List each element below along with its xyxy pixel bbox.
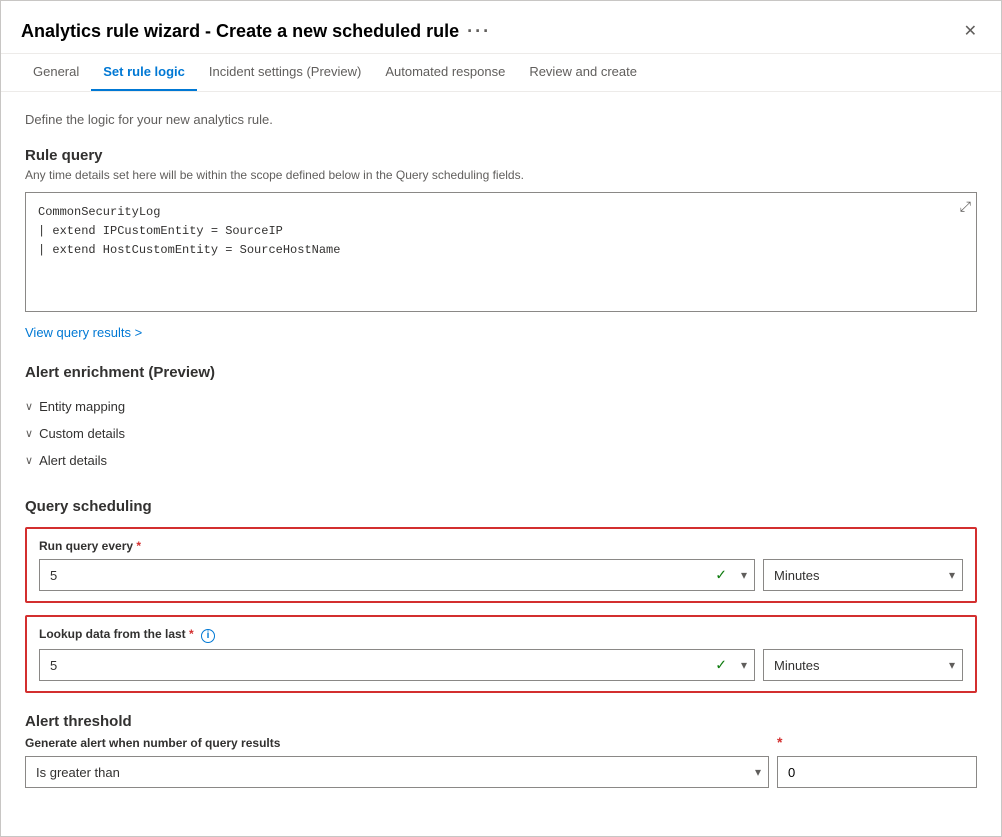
chevron-icon-entity: ∨ xyxy=(25,400,33,413)
alert-threshold-section: Alert threshold Generate alert when numb… xyxy=(25,713,977,788)
threshold-condition-select-wrapper: Is greater than Is less than Is equal to… xyxy=(25,756,769,788)
chevron-icon-alert: ∨ xyxy=(25,454,33,467)
run-query-group: Run query every * 5 10 15 30 ✓ ▾ xyxy=(25,527,977,603)
alert-details-label: Alert details xyxy=(39,453,107,468)
tab-automated-response[interactable]: Automated response xyxy=(373,54,517,91)
rule-query-desc: Any time details set here will be within… xyxy=(25,168,977,182)
lookup-data-required: * xyxy=(189,627,194,641)
dialog: Analytics rule wizard - Create a new sch… xyxy=(0,0,1002,837)
entity-mapping-label: Entity mapping xyxy=(39,399,125,414)
threshold-condition-dropdown-icon: ▾ xyxy=(755,765,761,779)
run-query-unit-group: Minutes Hours Days ▾ xyxy=(763,559,963,591)
run-query-row: 5 10 15 30 ✓ ▾ Minutes Hours Days xyxy=(39,559,963,591)
tab-incident-settings[interactable]: Incident settings (Preview) xyxy=(197,54,373,91)
lookup-data-value-select[interactable]: 5 10 15 30 xyxy=(39,649,755,681)
lookup-data-unit-group: Minutes Hours Days ▾ xyxy=(763,649,963,681)
more-icon[interactable]: ··· xyxy=(467,21,491,42)
rule-query-title: Rule query xyxy=(25,147,977,164)
query-box-wrapper: CommonSecurityLog | extend IPCustomEntit… xyxy=(25,192,977,315)
lookup-data-label: Lookup data from the last * i xyxy=(39,627,963,643)
run-query-label: Run query every * xyxy=(39,539,963,553)
chevron-icon-custom: ∨ xyxy=(25,427,33,440)
run-query-required: * xyxy=(136,539,141,553)
page-subtitle: Define the logic for your new analytics … xyxy=(25,112,977,127)
threshold-title: Alert threshold xyxy=(25,713,977,730)
custom-details-item[interactable]: ∨ Custom details xyxy=(25,420,977,447)
threshold-row: Generate alert when number of query resu… xyxy=(25,734,977,788)
tab-review-create[interactable]: Review and create xyxy=(517,54,649,91)
threshold-condition-select[interactable]: Is greater than Is less than Is equal to xyxy=(25,756,769,788)
custom-details-label: Custom details xyxy=(39,426,125,441)
enrichment-title: Alert enrichment (Preview) xyxy=(25,364,977,381)
threshold-value-input[interactable] xyxy=(777,756,977,788)
alert-enrichment-section: Alert enrichment (Preview) ∨ Entity mapp… xyxy=(25,364,977,474)
view-query-link[interactable]: View query results > xyxy=(25,325,142,340)
run-query-check-icon: ✓ xyxy=(715,567,727,584)
run-query-unit-select[interactable]: Minutes Hours Days xyxy=(763,559,963,591)
run-query-value-select[interactable]: 5 10 15 30 xyxy=(39,559,755,591)
lookup-data-unit-select[interactable]: Minutes Hours Days xyxy=(763,649,963,681)
threshold-value-group: * xyxy=(777,734,977,788)
content-area: Define the logic for your new analytics … xyxy=(1,92,1001,836)
query-scheduling-section: Query scheduling Run query every * 5 10 … xyxy=(25,498,977,693)
title-text: Analytics rule wizard - Create a new sch… xyxy=(21,21,459,42)
run-query-unit-dropdown-icon: ▾ xyxy=(949,568,955,582)
query-editor[interactable]: CommonSecurityLog | extend IPCustomEntit… xyxy=(25,192,977,312)
tab-set-rule-logic[interactable]: Set rule logic xyxy=(91,54,197,91)
tabs-bar: General Set rule logic Incident settings… xyxy=(1,54,1001,92)
close-button[interactable]: ✕ xyxy=(960,17,981,45)
run-query-dropdown-icon: ▾ xyxy=(741,568,747,582)
threshold-required-label: * xyxy=(777,734,977,750)
scheduling-title: Query scheduling xyxy=(25,498,977,515)
lookup-data-dropdown-icon: ▾ xyxy=(741,658,747,672)
lookup-data-value-group: 5 10 15 30 ✓ ▾ xyxy=(39,649,755,681)
dialog-title: Analytics rule wizard - Create a new sch… xyxy=(21,21,491,42)
lookup-data-group: Lookup data from the last * i 5 10 15 30… xyxy=(25,615,977,693)
entity-mapping-item[interactable]: ∨ Entity mapping xyxy=(25,393,977,420)
lookup-info-icon[interactable]: i xyxy=(201,629,215,643)
threshold-condition-label: Generate alert when number of query resu… xyxy=(25,736,769,750)
threshold-condition-group: Generate alert when number of query resu… xyxy=(25,736,769,788)
tab-general[interactable]: General xyxy=(21,54,91,91)
run-query-value-group: 5 10 15 30 ✓ ▾ xyxy=(39,559,755,591)
lookup-data-row: 5 10 15 30 ✓ ▾ Minutes Hours Days xyxy=(39,649,963,681)
rule-query-section: Rule query Any time details set here wil… xyxy=(25,147,977,340)
dialog-header: Analytics rule wizard - Create a new sch… xyxy=(1,1,1001,54)
lookup-data-unit-dropdown-icon: ▾ xyxy=(949,658,955,672)
expand-icon[interactable]: ⤢ xyxy=(960,198,971,215)
alert-details-item[interactable]: ∨ Alert details xyxy=(25,447,977,474)
lookup-data-check-icon: ✓ xyxy=(715,657,727,674)
